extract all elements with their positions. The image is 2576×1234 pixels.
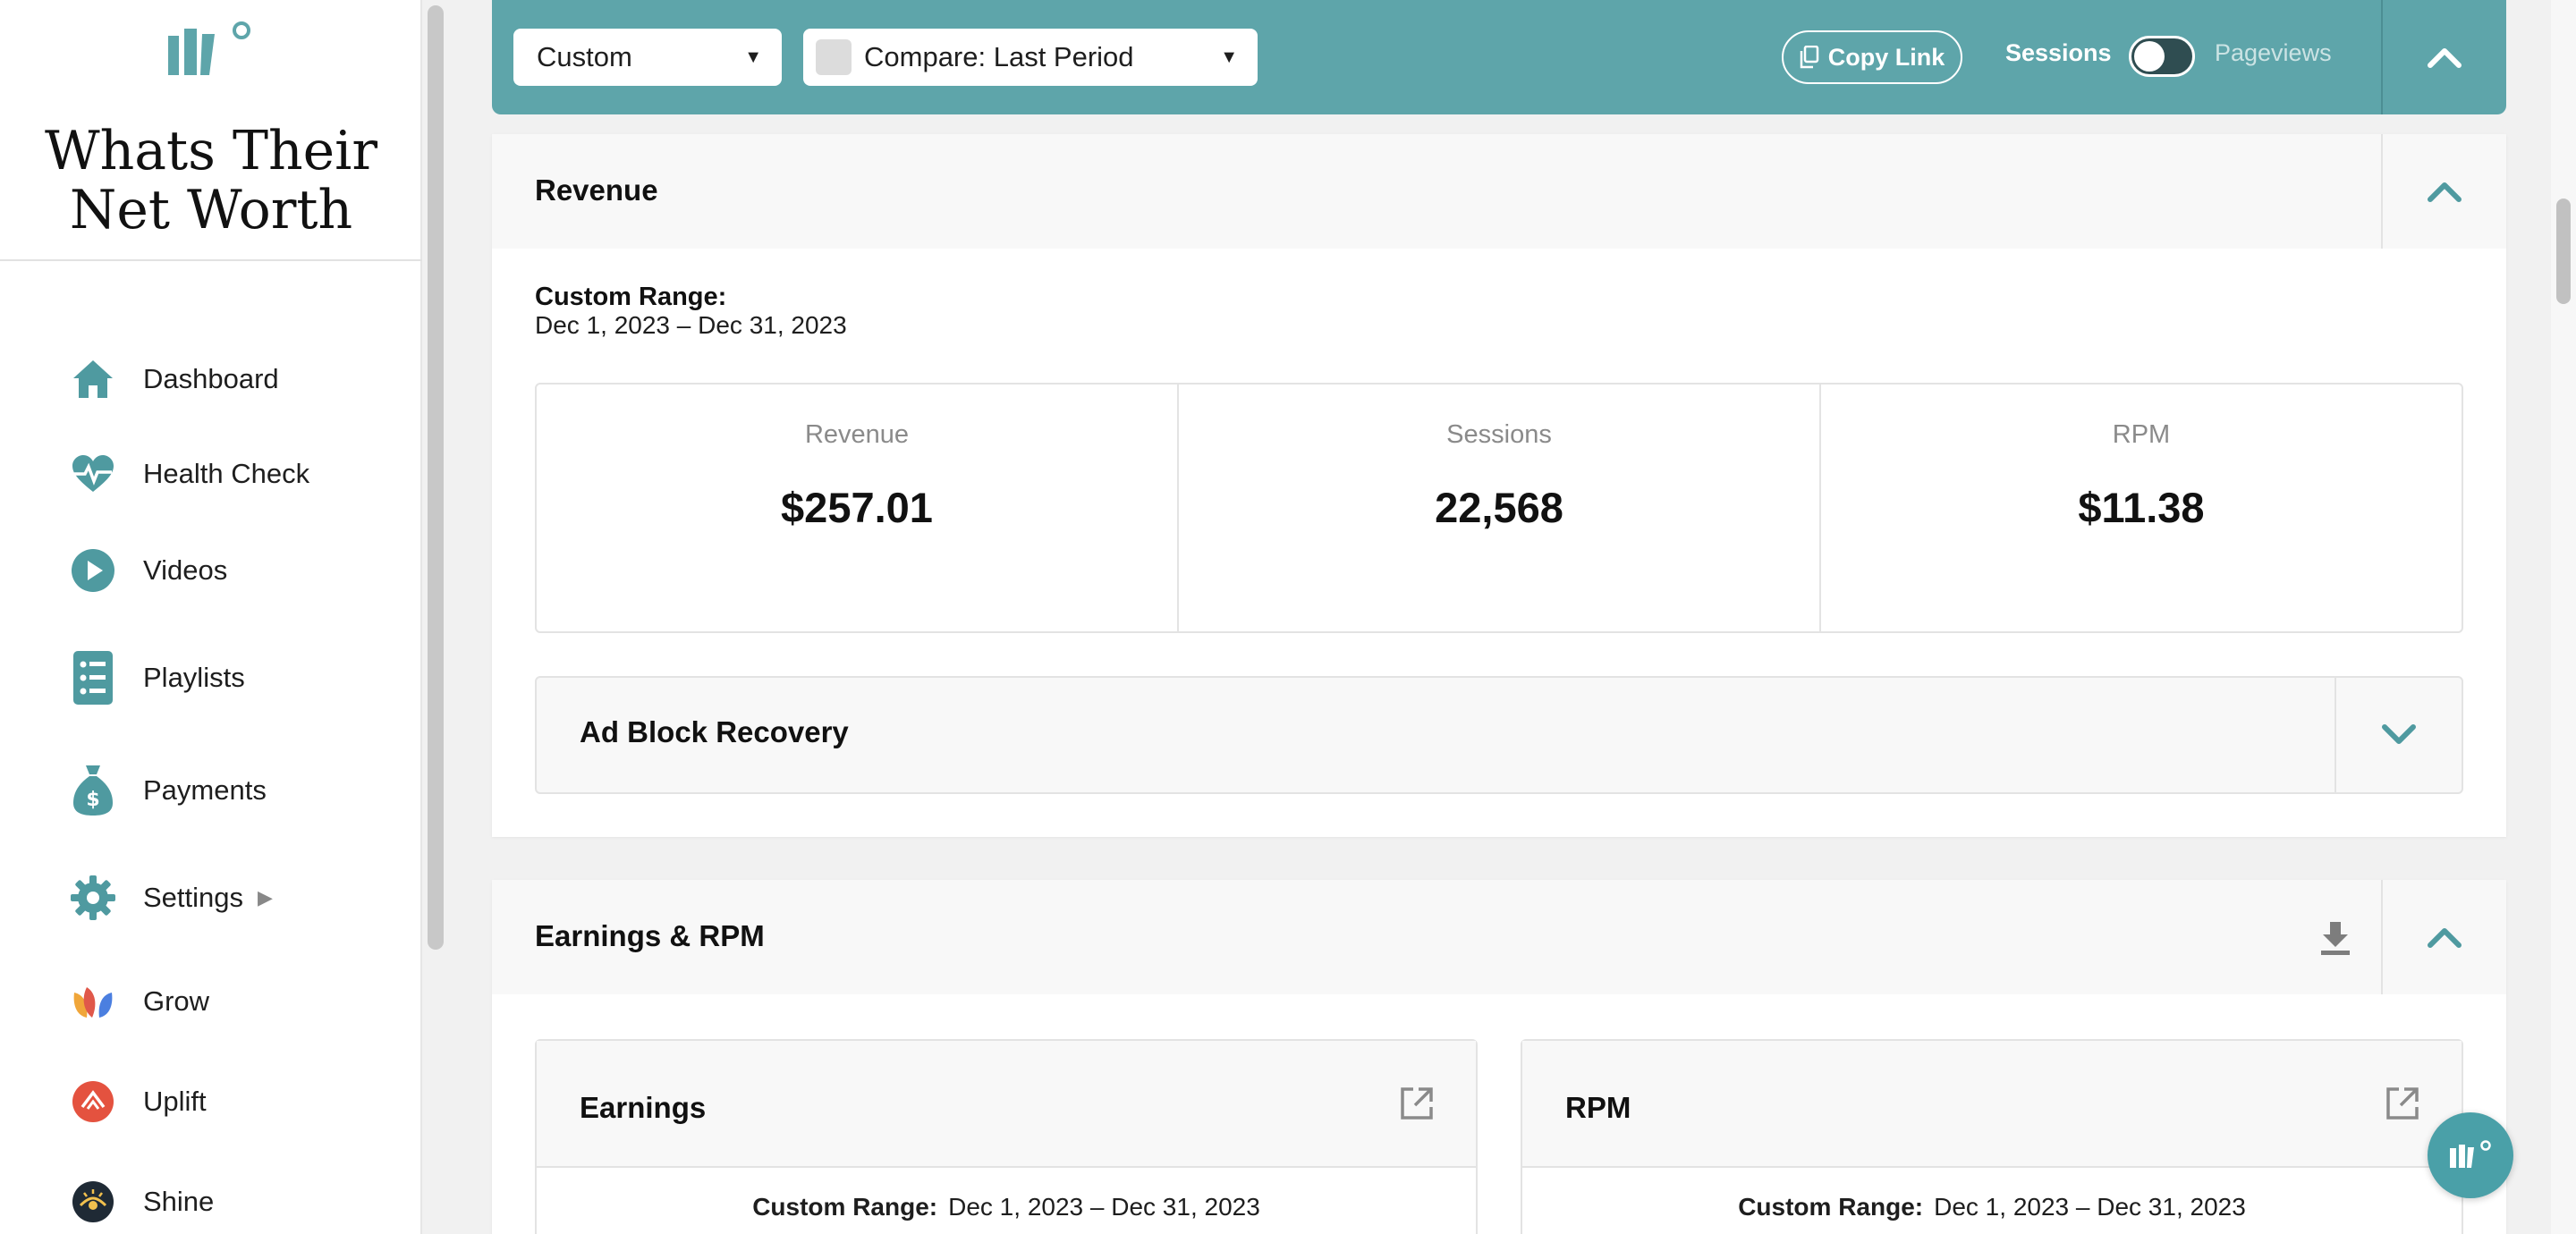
- external-link-icon[interactable]: [2385, 1086, 2420, 1121]
- earnings-collapse-button[interactable]: [2381, 880, 2506, 994]
- chevron-up-icon: [2428, 182, 2462, 202]
- earnings-card: Earnings Custom Range: Dec 1, 2023 – Dec …: [535, 1039, 1478, 1234]
- rpm-card-title: RPM: [1565, 1091, 1631, 1124]
- sidebar-item-label: Payments: [143, 774, 267, 806]
- sidebar-item-label: Settings: [143, 882, 244, 913]
- rpm-card: RPM Custom Range: Dec 1, 2023 – Dec 31, 2…: [1521, 1039, 2463, 1234]
- chat-help-button[interactable]: [2428, 1112, 2513, 1198]
- sidebar-item-label: Uplift: [143, 1086, 207, 1117]
- range-label: Custom Range:: [1738, 1193, 1924, 1221]
- custom-range-label: Custom Range:: [535, 283, 727, 311]
- sessions-toggle-label: Sessions: [2005, 39, 2112, 66]
- metric-value: $11.38: [2078, 484, 2205, 531]
- sidebar-scrollbar[interactable]: [428, 5, 444, 950]
- revenue-panel-title: Revenue: [535, 173, 658, 207]
- metric-value: $257.01: [781, 484, 933, 531]
- chevron-down-icon: [2382, 724, 2416, 744]
- main-scrollbar-track[interactable]: [2551, 0, 2576, 1234]
- metric-revenue: Revenue $257.01: [537, 385, 1179, 631]
- earnings-card-title: Earnings: [580, 1091, 707, 1124]
- sidebar-item-grow[interactable]: Grow: [70, 978, 209, 1025]
- sidebar-item-playlists[interactable]: Playlists: [70, 651, 245, 705]
- metric-rpm: RPM $11.38: [1821, 385, 2462, 631]
- money-bag-icon: $: [70, 765, 116, 816]
- uplift-icon: [70, 1078, 116, 1125]
- sidebar-item-dashboard[interactable]: Dashboard: [70, 356, 279, 402]
- metric-label: Sessions: [1446, 420, 1552, 449]
- revenue-metrics: Revenue $257.01 Sessions 22,568 RPM $11.…: [535, 383, 2463, 633]
- toolbar-collapse-button[interactable]: [2381, 0, 2506, 114]
- copy-icon: [1800, 46, 1818, 69]
- earnings-panel-header: Earnings & RPM: [492, 880, 2506, 994]
- metric-label: RPM: [2112, 420, 2171, 449]
- ad-block-expand-button[interactable]: [2334, 678, 2462, 792]
- custom-range-value: Dec 1, 2023 – Dec 31, 2023: [535, 311, 847, 339]
- sidebar-item-payments[interactable]: $ Payments: [70, 765, 267, 816]
- brand-logo-icon: [2450, 1140, 2491, 1168]
- revenue-panel-header: Revenue: [492, 134, 2506, 249]
- sidebar: Whats Their Net Worth Dashboard Health C…: [0, 0, 422, 1234]
- earnings-card-range: Custom Range: Dec 1, 2023 – Dec 31, 2023: [537, 1193, 1476, 1221]
- gear-icon: [70, 875, 116, 921]
- site-name: Whats Their Net Worth: [44, 120, 378, 241]
- rpm-card-header: RPM: [1522, 1041, 2462, 1168]
- sidebar-item-label: Playlists: [143, 662, 245, 693]
- chevron-up-icon: [2428, 48, 2462, 68]
- compare-value: Compare: Last Period: [864, 41, 1134, 72]
- sidebar-item-label: Videos: [143, 554, 228, 586]
- pageviews-toggle-label: Pageviews: [2215, 39, 2332, 66]
- dropdown-arrow-icon: ▼: [744, 46, 762, 67]
- metric-value: 22,568: [1435, 484, 1563, 531]
- caret-right-icon: ▶: [258, 886, 273, 909]
- sidebar-item-shine[interactable]: Shine: [70, 1179, 214, 1225]
- date-range-value: Custom: [537, 41, 632, 72]
- sidebar-item-label: Grow: [143, 985, 210, 1017]
- play-icon: [70, 547, 116, 594]
- compare-color-swatch: [816, 39, 852, 75]
- range-label: Custom Range:: [752, 1193, 938, 1221]
- ad-block-recovery-section[interactable]: Ad Block Recovery: [535, 676, 2463, 794]
- earnings-panel-title: Earnings & RPM: [535, 919, 765, 952]
- sidebar-item-videos[interactable]: Videos: [70, 547, 227, 594]
- date-range-select[interactable]: Custom ▼: [513, 29, 782, 86]
- sidebar-item-uplift[interactable]: Uplift: [70, 1078, 207, 1125]
- home-icon: [70, 356, 116, 402]
- rpm-card-range: Custom Range: Dec 1, 2023 – Dec 31, 2023: [1522, 1193, 2462, 1221]
- download-button[interactable]: [2313, 916, 2358, 960]
- copy-link-label: Copy Link: [1827, 43, 1945, 71]
- sidebar-item-health-check[interactable]: Health Check: [70, 451, 309, 497]
- toggle-knob: [2134, 41, 2165, 72]
- earnings-card-header: Earnings: [537, 1041, 1476, 1168]
- revenue-collapse-button[interactable]: [2381, 134, 2506, 249]
- metric-label: Revenue: [804, 420, 910, 449]
- external-link-icon[interactable]: [1399, 1086, 1435, 1121]
- sidebar-divider: [0, 259, 422, 261]
- sessions-pageviews-toggle[interactable]: [2129, 36, 2195, 77]
- range-value: Dec 1, 2023 – Dec 31, 2023: [948, 1193, 1260, 1221]
- metric-sessions: Sessions 22,568: [1179, 385, 1821, 631]
- sidebar-item-label: Health Check: [143, 458, 310, 489]
- sidebar-item-label: Shine: [143, 1186, 215, 1217]
- sidebar-item-label: Dashboard: [143, 363, 279, 394]
- shine-icon: [70, 1179, 116, 1225]
- heartbeat-icon: [70, 451, 116, 497]
- filter-toolbar: Custom ▼ Compare: Last Period ▼ Copy Lin…: [492, 0, 2506, 114]
- main-scrollbar-thumb[interactable]: [2556, 199, 2571, 304]
- chevron-up-icon: [2428, 928, 2462, 948]
- brand-logo-icon[interactable]: [165, 20, 254, 80]
- sidebar-item-settings[interactable]: Settings ▶: [70, 875, 273, 921]
- ad-block-recovery-title: Ad Block Recovery: [580, 715, 849, 748]
- download-icon: [2321, 922, 2350, 955]
- range-value: Dec 1, 2023 – Dec 31, 2023: [1934, 1193, 2246, 1221]
- grow-icon: [70, 978, 116, 1025]
- compare-select[interactable]: Compare: Last Period ▼: [803, 29, 1258, 86]
- list-icon: [70, 651, 116, 705]
- dropdown-arrow-icon: ▼: [1220, 46, 1238, 67]
- copy-link-button[interactable]: Copy Link: [1782, 30, 1962, 84]
- svg-text:$: $: [86, 789, 99, 811]
